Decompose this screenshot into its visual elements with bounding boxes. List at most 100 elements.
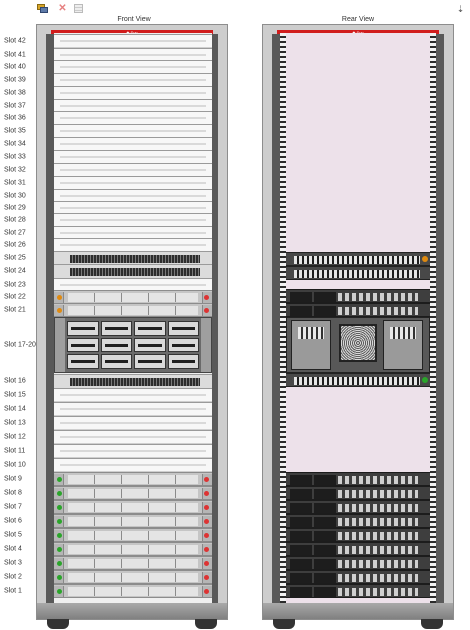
slot-label: Slot 16: [4, 377, 26, 385]
drive-bays: [68, 489, 198, 498]
front-server-1u[interactable]: [54, 542, 212, 556]
drive-bay[interactable]: [67, 321, 99, 336]
blank-filler-panel[interactable]: [54, 137, 212, 151]
vent-panel[interactable]: [54, 264, 212, 278]
front-server-1u[interactable]: [54, 570, 212, 584]
slot-label: Slot 30: [4, 192, 26, 200]
drive-bay[interactable]: [100, 354, 132, 369]
drive-bay[interactable]: [134, 354, 166, 369]
front-server-1u[interactable]: [54, 500, 212, 514]
rear-server-1u[interactable]: [286, 514, 430, 528]
rear-storage-controller[interactable]: [286, 317, 430, 373]
slot-label: Slot 6: [4, 517, 22, 525]
blank-filler-panel[interactable]: [54, 388, 212, 402]
rear-server-1u[interactable]: [286, 472, 430, 486]
front-server-1u[interactable]: [54, 528, 212, 542]
rear-network-switch[interactable]: [286, 266, 430, 280]
slot-label: Slot 42: [4, 37, 26, 45]
status-led-icon: [422, 256, 428, 262]
front-server-1u[interactable]: [54, 303, 212, 317]
drive-bay[interactable]: [100, 321, 132, 336]
blank-filler-panel[interactable]: [54, 60, 212, 74]
drive-bay[interactable]: [167, 337, 199, 353]
power-supply: [314, 489, 336, 499]
rack-caster: [47, 619, 69, 629]
power-supply: [290, 489, 312, 499]
power-supply: [314, 475, 336, 485]
chevron-down-icon[interactable]: ⇣: [455, 3, 466, 14]
front-server-1u[interactable]: [54, 514, 212, 528]
drive-bay[interactable]: [134, 321, 166, 336]
drive-bays: [68, 306, 198, 315]
network-ports: [338, 546, 418, 554]
status-led-icon: [57, 308, 62, 313]
power-supply: [314, 587, 336, 597]
blank-filler-panel[interactable]: [54, 458, 212, 472]
front-server-1u[interactable]: [54, 290, 212, 304]
blank-filler-panel[interactable]: [54, 163, 212, 177]
drive-bay[interactable]: [100, 337, 132, 353]
rear-server-1u[interactable]: [286, 556, 430, 570]
blank-filler-panel[interactable]: [54, 150, 212, 164]
network-ports: [338, 518, 418, 526]
drive-bays: [67, 321, 199, 369]
front-server-1u[interactable]: [54, 486, 212, 500]
rear-network-switch[interactable]: [286, 252, 430, 266]
slot-label: Slot 7: [4, 503, 22, 511]
front-server-1u[interactable]: [54, 556, 212, 570]
rear-server-1u[interactable]: [286, 289, 430, 303]
rear-network-switch[interactable]: [286, 373, 430, 387]
rear-server-1u[interactable]: [286, 486, 430, 500]
network-ports: [338, 588, 418, 596]
slot-label: Slot 31: [4, 179, 26, 187]
blank-filler-panel[interactable]: [54, 73, 212, 87]
blank-filler-panel[interactable]: [54, 416, 212, 430]
rear-server-1u[interactable]: [286, 570, 430, 584]
blank-filler-panel[interactable]: [54, 430, 212, 444]
status-led-icon: [57, 295, 62, 300]
slot-label: Slot 3: [4, 559, 22, 567]
blank-filler-panel[interactable]: [54, 111, 212, 125]
status-led-icon: [57, 589, 62, 594]
slot-label: Slot 40: [4, 63, 26, 71]
rear-server-1u[interactable]: [286, 303, 430, 317]
rear-server-1u[interactable]: [286, 584, 430, 598]
blank-filler-panel[interactable]: [54, 402, 212, 416]
drive-bays: [68, 517, 198, 526]
blank-filler-panel[interactable]: [54, 86, 212, 100]
network-ports: [338, 476, 418, 484]
drive-bay[interactable]: [167, 321, 199, 336]
vent-panel[interactable]: [54, 251, 212, 265]
properties-icon[interactable]: [73, 3, 84, 14]
status-led-icon: [204, 491, 209, 496]
front-server-1u[interactable]: [54, 584, 212, 598]
status-led-icon: [57, 505, 62, 510]
drive-bay[interactable]: [67, 354, 99, 369]
blank-filler-panel[interactable]: [54, 238, 212, 252]
power-supply: [314, 531, 336, 541]
network-ports: [338, 504, 418, 512]
storage-array-4u[interactable]: [54, 317, 212, 373]
drive-bay[interactable]: [134, 337, 166, 353]
status-led-icon: [57, 477, 62, 482]
rear-server-1u[interactable]: [286, 542, 430, 556]
drive-bay[interactable]: [67, 337, 99, 353]
rear-server-1u[interactable]: [286, 528, 430, 542]
status-led-icon: [204, 477, 209, 482]
rear-server-1u[interactable]: [286, 500, 430, 514]
power-supply: [290, 531, 312, 541]
status-led-icon: [204, 561, 209, 566]
rack-add-icon[interactable]: [37, 3, 48, 14]
delete-icon[interactable]: ✕: [57, 3, 68, 14]
slot-label: Slot 35: [4, 127, 26, 135]
front-server-1u[interactable]: [54, 472, 212, 486]
blank-filler-panel[interactable]: [54, 176, 212, 190]
blank-filler-panel[interactable]: [54, 213, 212, 227]
power-supply: [314, 306, 336, 316]
drive-bay[interactable]: [167, 354, 199, 369]
vent-panel[interactable]: [54, 374, 212, 388]
power-supply: [290, 559, 312, 569]
blank-filler-panel[interactable]: [54, 124, 212, 138]
blank-filler-panel[interactable]: [54, 444, 212, 458]
blank-filler-panel[interactable]: [54, 34, 212, 48]
